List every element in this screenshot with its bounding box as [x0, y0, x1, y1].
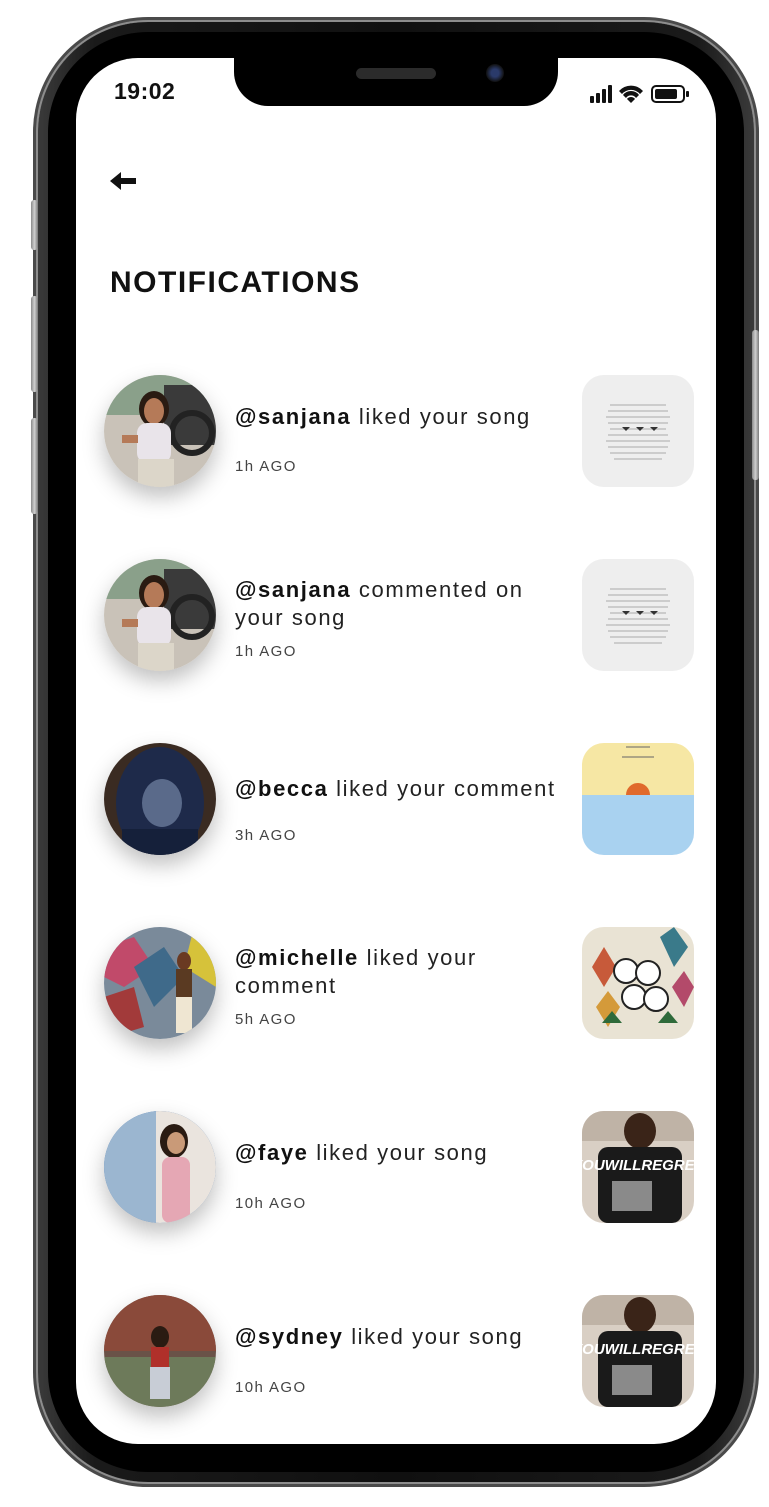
notification-time: 1h AGO: [235, 458, 297, 475]
avatar[interactable]: [104, 927, 216, 1039]
username-link[interactable]: @sanjana: [235, 404, 351, 429]
notification-row[interactable]: @sydney liked your song 10h AGO YOUWILLR…: [76, 1295, 716, 1411]
battery-icon: [651, 85, 689, 103]
mute-switch: [31, 200, 38, 250]
notification-message: @sanjana liked your song: [235, 404, 531, 429]
username-link[interactable]: @faye: [235, 1140, 308, 1165]
notification-time: 10h AGO: [235, 1379, 307, 1396]
back-arrow-icon[interactable]: [108, 168, 138, 194]
notification-message: @sydney liked your song: [235, 1324, 524, 1349]
notification-time: 5h AGO: [235, 1011, 297, 1028]
username-link[interactable]: @michelle: [235, 945, 359, 970]
notification-message: @faye liked your song: [235, 1140, 489, 1165]
speaker: [356, 68, 436, 79]
song-thumbnail[interactable]: [582, 559, 694, 671]
notification-time: 10h AGO: [235, 1195, 307, 1212]
thumbnail-text: YOUWILLREGRET: [582, 1157, 694, 1174]
username-link[interactable]: @sanjana: [235, 577, 351, 602]
song-thumbnail[interactable]: [582, 743, 694, 855]
notification-row[interactable]: @sanjana commented on your song 1h AGO: [76, 559, 716, 675]
app-screen: 19:02 NOTIFICATIONS @sanjana liked your …: [76, 58, 716, 1444]
thumbnail-text: YOUWILLREGRET: [582, 1341, 694, 1358]
song-thumbnail[interactable]: YOUWILLREGRET: [582, 1111, 694, 1223]
notch: [234, 58, 558, 106]
signal-icon: [590, 85, 612, 103]
front-camera: [486, 64, 504, 82]
avatar[interactable]: [104, 375, 216, 487]
username-link[interactable]: @becca: [235, 776, 328, 801]
song-thumbnail[interactable]: YOUWILLREGRET: [582, 1295, 694, 1407]
avatar[interactable]: [104, 1111, 216, 1223]
notification-time: 3h AGO: [235, 827, 297, 844]
song-thumbnail[interactable]: [582, 927, 694, 1039]
notification-row[interactable]: @michelle liked your comment 5h AGO: [76, 927, 716, 1043]
status-time: 19:02: [114, 78, 176, 104]
notification-row[interactable]: @faye liked your song 10h AGO YOUWILLREG…: [76, 1111, 716, 1227]
username-link[interactable]: @sydney: [235, 1324, 343, 1349]
song-thumbnail[interactable]: [582, 375, 694, 487]
wifi-icon: [619, 85, 643, 103]
power-button: [752, 330, 759, 480]
page-title: NOTIFICATIONS: [110, 266, 361, 299]
notification-message: @michelle liked your comment: [235, 945, 477, 998]
avatar[interactable]: [104, 559, 216, 671]
notification-row[interactable]: @sanjana liked your song 1h AGO: [76, 375, 716, 491]
notification-row[interactable]: @becca liked your comment 3h AGO: [76, 743, 716, 859]
notification-message: @becca liked your comment: [235, 776, 556, 801]
volume-down-button: [31, 418, 38, 514]
volume-up-button: [31, 296, 38, 392]
notification-time: 1h AGO: [235, 643, 297, 660]
status-icons: [590, 85, 689, 103]
avatar[interactable]: [104, 743, 216, 855]
notification-message: @sanjana commented on your song: [235, 577, 524, 630]
avatar[interactable]: [104, 1295, 216, 1407]
